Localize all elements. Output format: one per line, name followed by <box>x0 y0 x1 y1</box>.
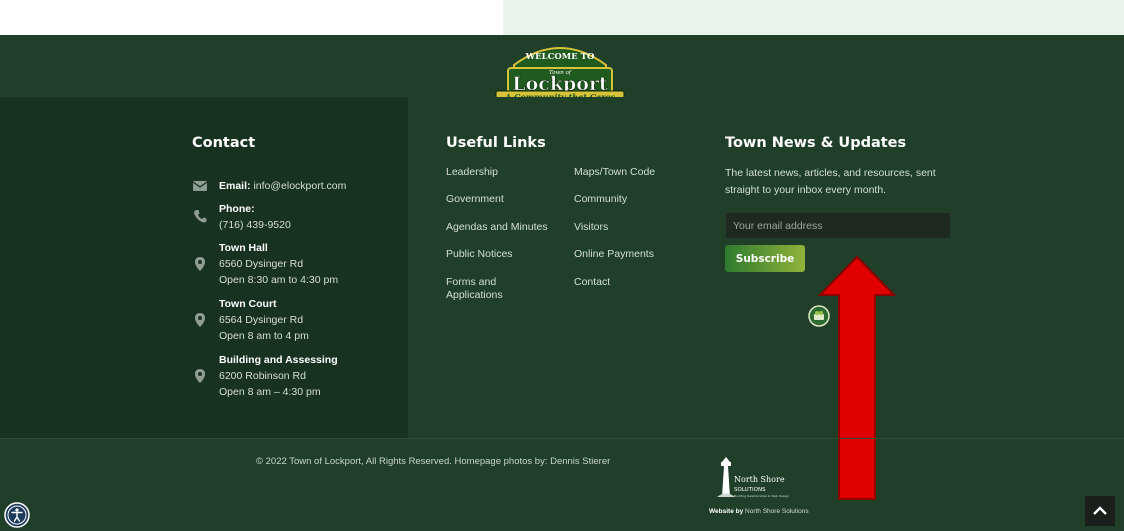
envelope-icon <box>192 181 208 191</box>
location-town-court: Town Court 6564 Dysinger Rd Open 8 am to… <box>219 296 309 344</box>
red-arrow-up-icon <box>818 255 896 500</box>
location-hours: Open 8 am – 4:30 pm <box>219 386 321 398</box>
link-forms-applications[interactable]: Forms and Applications <box>446 276 503 302</box>
chevron-up-icon <box>1093 506 1107 515</box>
website-credit: Website by North Shore Solutions <box>709 508 809 515</box>
accessibility-icon[interactable] <box>4 502 30 528</box>
subscribe-button[interactable]: Subscribe <box>725 245 805 272</box>
map-pin-icon <box>195 369 205 383</box>
location-hours: Open 8:30 am to 4:30 pm <box>219 274 339 286</box>
link-online-payments[interactable]: Online Payments <box>574 248 654 261</box>
copyright-text: © 2022 Town of Lockport, All Rights Rese… <box>256 456 611 467</box>
news-title: Town News & Updates <box>725 135 907 151</box>
back-to-top-button[interactable] <box>1085 496 1115 526</box>
nss-name-1: North Shore <box>734 475 785 484</box>
credit-name[interactable]: North Shore Solutions <box>745 508 809 515</box>
link-visitors[interactable]: Visitors <box>574 221 608 234</box>
credit-prefix: Website by <box>709 508 744 515</box>
location-address: 6564 Dysinger Rd <box>219 314 304 326</box>
useful-links-title: Useful Links <box>446 135 546 151</box>
news-description: The latest news, articles, and resources… <box>725 167 936 196</box>
logo-band: WELCOME TO Town of Lockport A Community … <box>0 35 1124 114</box>
map-pin-icon <box>195 257 205 271</box>
north-shore-solutions-logo[interactable]: North Shore SOLUTIONS Building Relations… <box>712 456 796 500</box>
map-pin-icon <box>195 313 205 327</box>
link-community[interactable]: Community <box>574 193 627 206</box>
location-name: Town Hall <box>219 242 268 254</box>
phone-label: Phone: <box>219 203 255 215</box>
location-town-hall: Town Hall 6560 Dysinger Rd Open 8:30 am … <box>219 240 338 288</box>
link-agendas-minutes[interactable]: Agendas and Minutes <box>446 221 548 234</box>
top-strip-mint <box>503 0 1124 35</box>
location-name: Building and Assessing <box>219 354 338 366</box>
link-leadership[interactable]: Leadership <box>446 166 498 179</box>
location-address: 6200 Robinson Rd <box>219 370 306 382</box>
location-name: Town Court <box>219 298 277 310</box>
link-contact[interactable]: Contact <box>574 276 610 289</box>
link-government[interactable]: Government <box>446 193 504 206</box>
nss-name-2: SOLUTIONS <box>734 487 766 493</box>
footer-divider <box>0 438 1124 439</box>
contact-phone: Phone: (716) 439-9520 <box>219 201 291 233</box>
top-strip <box>0 0 1124 35</box>
logo-welcome: WELCOME TO <box>525 52 595 62</box>
contact-email: Email: info@elockport.com <box>219 178 346 194</box>
contact-title: Contact <box>192 135 256 151</box>
newsletter-email-input[interactable] <box>725 212 951 239</box>
nss-tagline: Building Relationships & Web Design <box>734 494 789 498</box>
location-hours: Open 8 am to 4 pm <box>219 330 309 342</box>
top-strip-white <box>0 0 503 35</box>
email-label: Email: <box>219 180 251 192</box>
link-maps-town-code[interactable]: Maps/Town Code <box>574 166 655 179</box>
link-forms-line-1: Forms and <box>446 276 497 288</box>
location-address: 6560 Dysinger Rd <box>219 258 304 270</box>
phone-icon <box>194 210 207 223</box>
email-value[interactable]: info@elockport.com <box>253 180 346 192</box>
phone-value[interactable]: (716) 439-9520 <box>219 217 291 233</box>
link-forms-line-2: Applications <box>446 289 503 301</box>
location-building-assessing: Building and Assessing 6200 Robinson Rd … <box>219 352 338 400</box>
link-public-notices[interactable]: Public Notices <box>446 248 513 261</box>
